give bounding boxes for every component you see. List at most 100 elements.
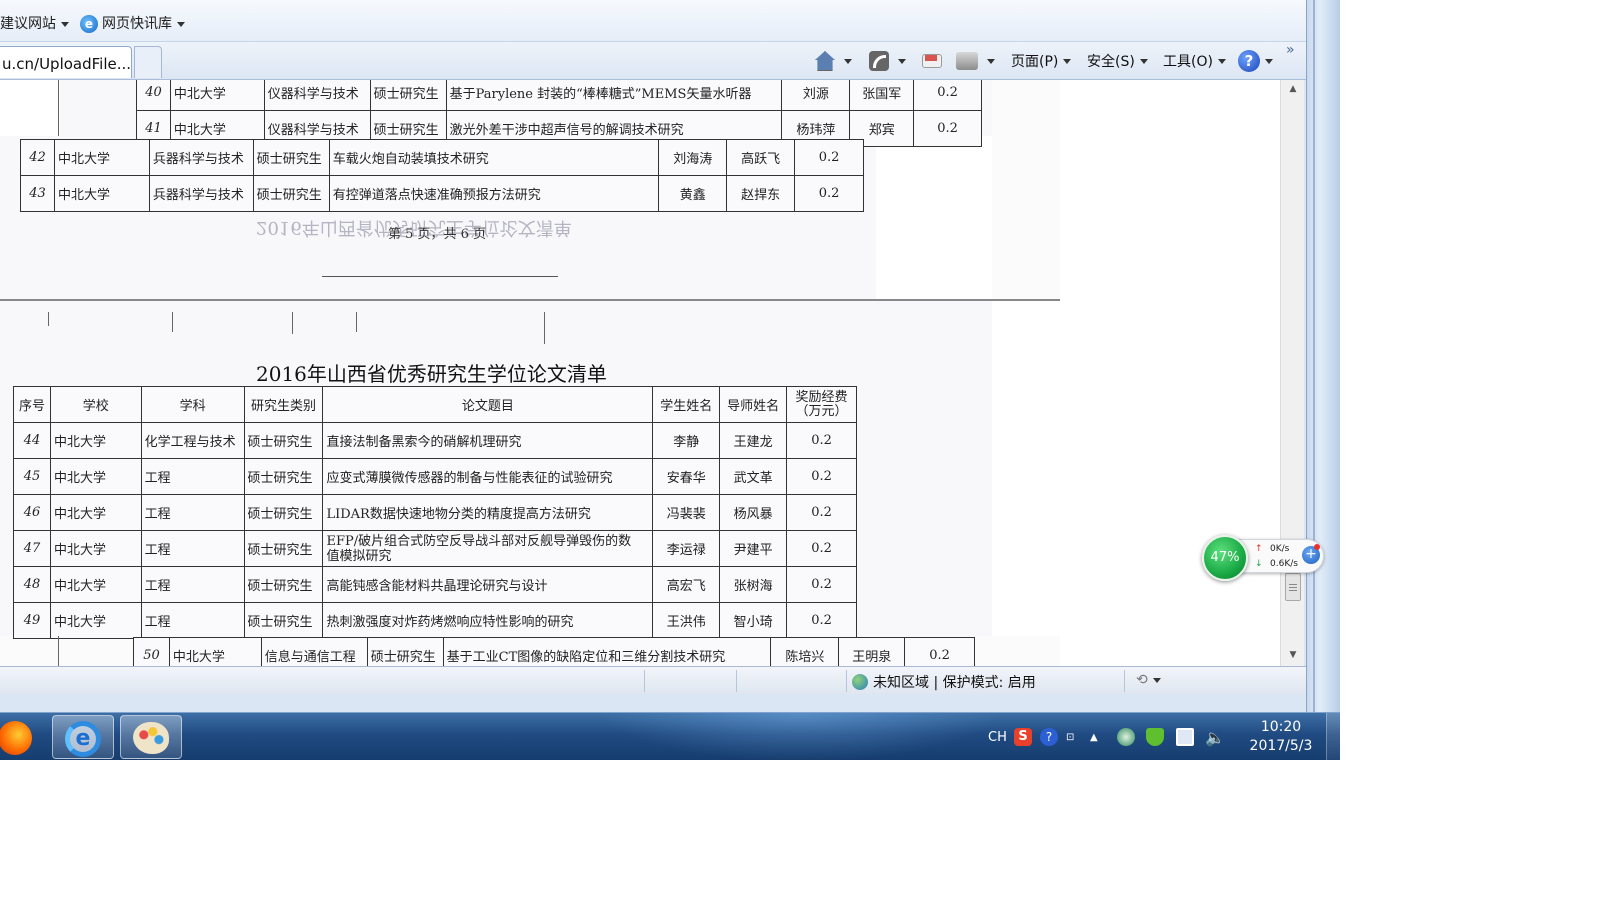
- type-cell: 硕士研究生: [243, 566, 324, 603]
- memory-usage-ball[interactable]: 47%: [1202, 535, 1248, 581]
- page-menu-button[interactable]: 页面(P): [1011, 48, 1072, 74]
- ime-tray[interactable]: S: [1014, 713, 1032, 761]
- vertical-scrollbar[interactable]: ▲ ▼: [1280, 80, 1304, 666]
- ie-browser-window: 建议网站 e 网页快讯库 u.cn/UploadFile... 页面(P) 安全…: [0, 0, 1340, 712]
- subject-cell: 化学工程与技术: [140, 422, 245, 459]
- ime-help-tray[interactable]: ?: [1040, 713, 1058, 761]
- school-cell: 中北大学: [49, 602, 142, 639]
- network-icon: [1176, 728, 1194, 746]
- tray-network[interactable]: [1176, 713, 1194, 761]
- system-clock[interactable]: 10:20 2017/5/3: [1238, 718, 1324, 756]
- advisor-cell: 赵捍东: [726, 175, 796, 212]
- student-cell: 黄鑫: [658, 175, 728, 212]
- funding-cell: 0.2: [904, 637, 975, 666]
- clock-time: 10:20: [1260, 719, 1302, 735]
- safety-menu-label: 安全(S): [1087, 54, 1135, 70]
- feeds-button[interactable]: [869, 48, 906, 74]
- advisor-cell: 张国军: [849, 80, 915, 111]
- network-speed-widget[interactable]: 47% ↑ 0K/s ↓ 0.6K/s +: [1200, 535, 1326, 581]
- new-tab-button[interactable]: [134, 46, 162, 78]
- subject-cell: 工程: [140, 494, 245, 531]
- title-cell: 车载火炮自动装填技术研究: [328, 139, 660, 176]
- scan-edge-line: [58, 80, 59, 136]
- student-cell: 李静: [652, 422, 721, 459]
- title-line-1: EFP/破片组合式防空反导战斗部对反舰导弹毁伤的数: [326, 533, 632, 549]
- language-indicator[interactable]: CH: [988, 713, 1007, 761]
- chevron-down-icon: [1063, 58, 1072, 64]
- paint-palette-icon: [133, 722, 169, 754]
- show-desktop-button[interactable]: [1326, 713, 1340, 761]
- funding-cell: 0.2: [786, 458, 857, 495]
- row-number: 50: [143, 648, 160, 663]
- scan-tick: [292, 312, 293, 334]
- status-divider: [736, 670, 737, 692]
- type-cell: 硕士研究生: [243, 458, 324, 495]
- column-header-subject: 学科: [140, 386, 245, 423]
- page-content-viewport[interactable]: 40 中北大学 仪器科学与技术 硕士研究生 基于Parylene 封装的“棒棒糖…: [0, 80, 1280, 666]
- type-cell: 硕士研究生: [252, 175, 330, 212]
- security-zone[interactable]: 未知区域 | 保护模式: 启用: [852, 672, 1036, 692]
- favorites-item-suggested-sites[interactable]: 建议网站: [0, 13, 69, 33]
- funding-cell: 0.2: [786, 530, 857, 567]
- table-row: 43 中北大学 兵器科学与技术 硕士研究生 有控弹道落点快速准确预报方法研究 黄…: [20, 175, 864, 212]
- subject-cell: 工程: [140, 602, 245, 639]
- scan-tick: [48, 312, 49, 326]
- scan-tick: [544, 312, 545, 344]
- table-row: 46 中北大学 工程 硕士研究生 LIDAR数据快速地物分类的精度提高方法研究 …: [13, 494, 857, 531]
- chevron-down-icon: [844, 58, 852, 64]
- table-row: 42 中北大学 兵器科学与技术 硕士研究生 车载火炮自动装填技术研究 刘海涛 高…: [20, 139, 864, 176]
- advisor-cell: 王明泉: [838, 637, 906, 666]
- browser-tab[interactable]: u.cn/UploadFile...: [0, 46, 132, 78]
- chevron-down-icon: [898, 58, 906, 64]
- scrollbar-thumb[interactable]: [1285, 573, 1301, 601]
- student-cell: 冯裴裴: [652, 494, 721, 531]
- safety-menu-button[interactable]: 安全(S): [1087, 48, 1148, 74]
- tab-title: u.cn/UploadFile...: [2, 55, 132, 73]
- column-header-school: 学校: [49, 386, 142, 423]
- shield-icon: [1146, 728, 1164, 746]
- show-hidden-icons-button[interactable]: ▲: [1090, 713, 1098, 761]
- read-mail-button[interactable]: [922, 48, 942, 74]
- scroll-down-button[interactable]: ▼: [1281, 646, 1305, 664]
- overflow-chevron-icon[interactable]: »: [1286, 42, 1295, 58]
- type-cell: 硕士研究生: [243, 530, 324, 567]
- tray-shield-app[interactable]: [1146, 713, 1164, 761]
- tray-volume[interactable]: 🔈: [1205, 713, 1225, 761]
- scroll-up-button[interactable]: ▲: [1281, 80, 1305, 98]
- chevron-down-icon: [987, 58, 995, 64]
- title-cell: 热刺激强度对炸药烤燃响应特性影响的研究: [322, 602, 654, 639]
- school-cell: 中北大学: [169, 80, 265, 111]
- row-number: 45: [23, 469, 41, 484]
- subject-cell: 工程: [140, 530, 245, 567]
- student-cell: 高宏飞: [652, 566, 721, 603]
- tray-security-app[interactable]: [1117, 713, 1135, 761]
- row-number: 43: [29, 186, 46, 201]
- favorites-item-web-slice-gallery[interactable]: e 网页快讯库: [80, 13, 185, 33]
- title-line-2: 值模拟研究: [326, 548, 392, 564]
- zoom-button[interactable]: ⟲: [1136, 672, 1161, 688]
- chevron-down-icon: [1139, 58, 1148, 64]
- taskbar-paint-button[interactable]: [120, 715, 182, 759]
- advisor-cell: 武文革: [719, 458, 788, 495]
- taskbar-firefox-button[interactable]: [0, 715, 38, 759]
- ime-options-tray[interactable]: ⊡: [1066, 713, 1074, 761]
- title-cell: 直接法制备黑索今的硝解机理研究: [322, 422, 654, 459]
- school-cell: 中北大学: [53, 175, 150, 212]
- taskbar-ie-button[interactable]: e: [52, 715, 114, 759]
- prev-page-table-top: 40 中北大学 仪器科学与技术 硕士研究生 基于Parylene 封装的“棒棒糖…: [136, 80, 982, 147]
- window-right-frame: [1306, 0, 1340, 712]
- print-button[interactable]: [956, 48, 995, 74]
- chevron-down-icon: [1217, 58, 1226, 64]
- status-divider: [1124, 670, 1125, 692]
- help-button[interactable]: ?: [1238, 48, 1273, 74]
- help-icon: ?: [1040, 728, 1058, 746]
- zoom-icon: ⟲: [1136, 672, 1148, 688]
- home-button[interactable]: [815, 48, 852, 74]
- firefox-icon: [0, 721, 32, 755]
- school-cell: 中北大学: [168, 637, 262, 666]
- command-bar: u.cn/UploadFile... 页面(P) 安全(S) 工具(O) ? »: [0, 42, 1306, 80]
- download-speed: 0.6K/s: [1270, 559, 1298, 569]
- row-number: 49: [23, 613, 41, 628]
- tools-menu-button[interactable]: 工具(O): [1163, 48, 1226, 74]
- subject-cell: 兵器科学与技术: [148, 175, 254, 212]
